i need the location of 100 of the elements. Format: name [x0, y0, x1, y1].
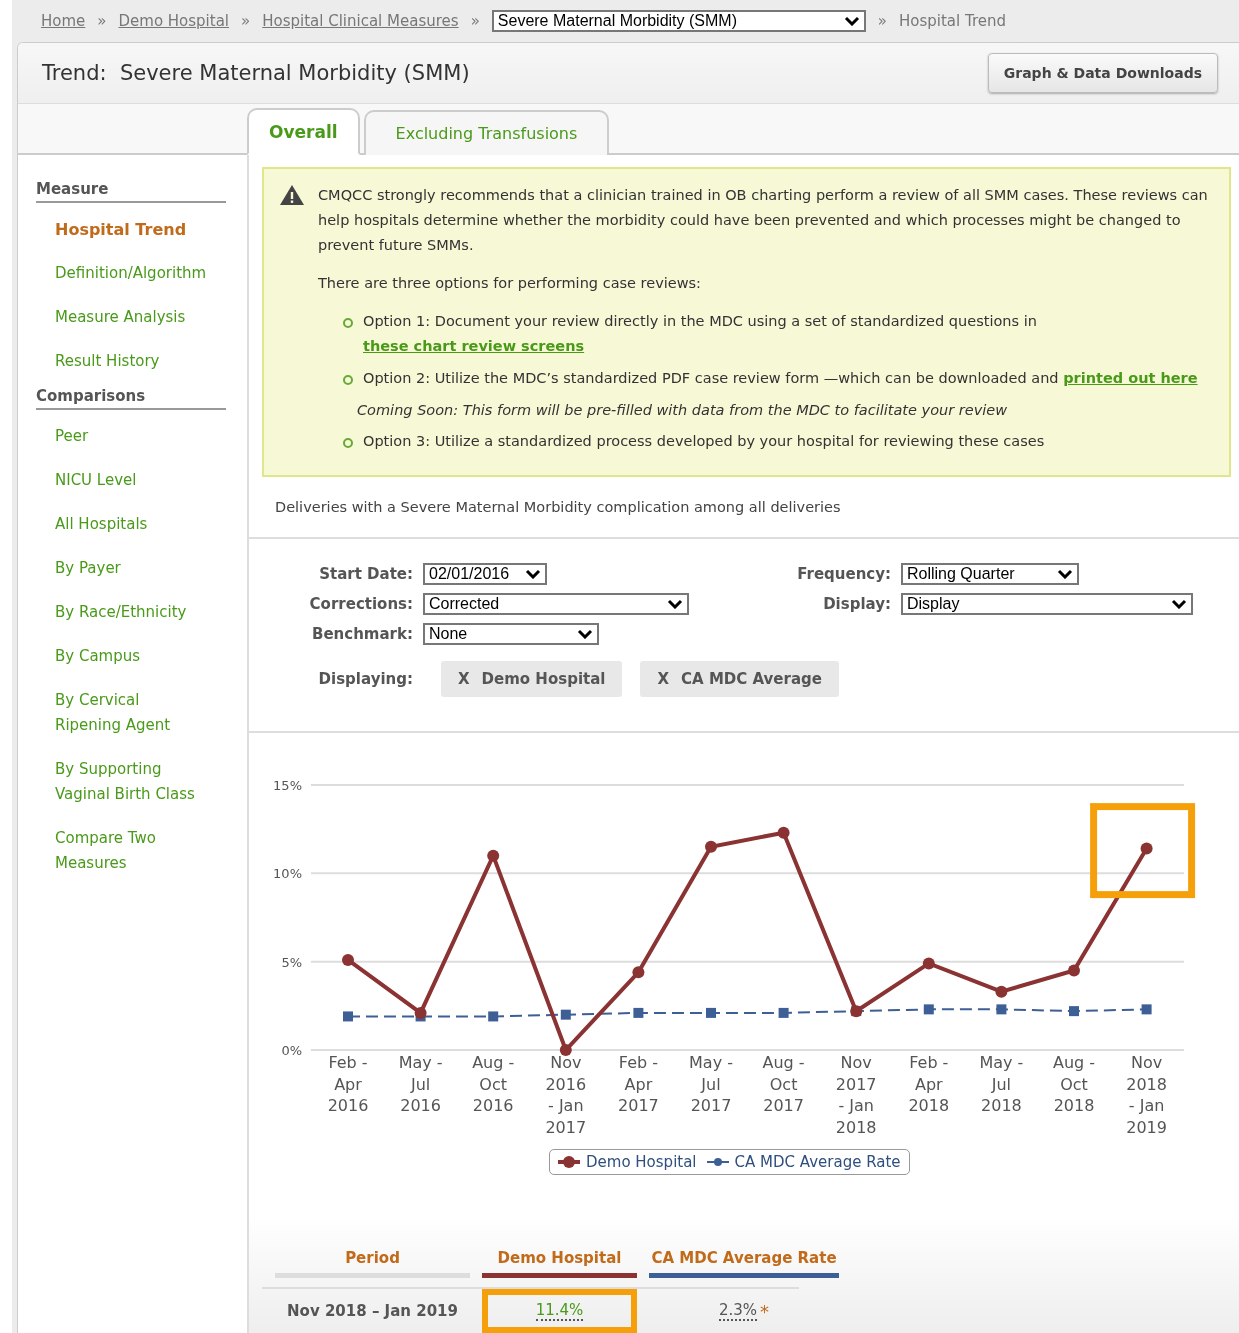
breadcrumb-link[interactable]: Hospital Clinical Measures — [262, 12, 459, 30]
sidebar-heading: Measure — [36, 180, 226, 203]
chevron-icon — [843, 16, 860, 26]
data-point — [777, 826, 790, 839]
legend-marker-icon — [558, 1156, 580, 1168]
filter-label: Frequency: — [796, 565, 892, 583]
axis-label: Nov 2016 - Jan 2017 — [545, 1053, 587, 1137]
separator: » — [97, 12, 107, 30]
chevron-icon — [577, 629, 593, 639]
data-point — [1069, 1006, 1079, 1017]
breadcrumb-link[interactable]: Home — [41, 12, 86, 30]
column-header: Demo Hospital — [482, 1249, 637, 1278]
notice-text: There are three options for performing case reviews: — [318, 274, 702, 293]
data-point — [632, 966, 645, 979]
column-header: CA MDC Average Rate — [649, 1249, 839, 1278]
axis-label: Feb - Apr 2017 — [618, 1053, 659, 1115]
data-point — [1141, 1004, 1152, 1015]
axis-label: Aug - Oct 2017 — [762, 1053, 805, 1115]
rate-value[interactable]: 11.4% — [535, 1301, 584, 1321]
sidebar-heading: Comparisons — [36, 387, 226, 410]
option-text: Option 1: Document your review directly in the MDC using a set of standardized questions in these chart review screens — [363, 312, 1038, 356]
sidebar-link[interactable]: By Payer — [36, 556, 210, 581]
separator: » — [877, 12, 887, 30]
sidebar-link[interactable]: Definition/Algorithm — [36, 261, 210, 286]
axis-label: 5% — [281, 954, 302, 970]
chevron-icon — [525, 569, 541, 579]
sidebar-link[interactable]: All Hospitals — [36, 512, 210, 537]
footnote-mark: * — [760, 1300, 770, 1322]
measure-description: Deliveries with a Severe Maternal Morbidity complication among all deliveries — [249, 477, 1239, 539]
data-point — [778, 1007, 789, 1018]
column-header: Period — [275, 1249, 470, 1278]
sidebar-link[interactable]: By Supporting Vaginal Birth Class — [36, 757, 210, 807]
tab[interactable]: Excluding Transfusions — [363, 110, 610, 155]
page-title: Trend: Severe Maternal Morbidity (SMM) — [42, 61, 470, 86]
bullet-icon — [343, 438, 353, 448]
dropdown[interactable]: None — [423, 623, 599, 645]
chevron-icon — [667, 599, 683, 609]
option-text: Option 3: Utilize a standardized process developed by your hospital for reviewing these cases — [363, 432, 1045, 451]
axis-label: May - Jul 2018 — [979, 1053, 1024, 1115]
notice-text: CMQCC strongly recommends that a clinician trained in OB charting perform a review of all SMM cases. These reviews can help hospitals determine whether the morbidity could have been prevented and which processes might be changed to prevent future SMMs. — [318, 186, 1209, 255]
sidebar-link[interactable]: NICU Level — [36, 468, 210, 493]
axis-label: 10% — [273, 866, 302, 882]
breadcrumb-link[interactable]: Demo Hospital — [118, 12, 230, 30]
sidebar-link[interactable]: Peer — [36, 424, 210, 449]
axis-label: May - Jul 2016 — [398, 1053, 443, 1115]
filter-label: Displaying: — [317, 670, 414, 688]
table-cell-text: Nov 2018 – Jan 2019 — [286, 1302, 459, 1320]
legend-label: CA MDC Average Rate — [734, 1153, 901, 1171]
legend-marker-icon — [706, 1156, 729, 1168]
axis-label: May - Jul 2017 — [689, 1053, 733, 1115]
axis-label: Aug - Oct 2016 — [472, 1053, 515, 1115]
dropdown[interactable]: Display — [901, 593, 1193, 615]
sidebar-link[interactable]: Compare Two Measures — [36, 826, 210, 876]
dropdown[interactable]: Corrected — [423, 593, 689, 615]
data-point — [633, 1007, 644, 1018]
chevron-icon — [1057, 569, 1073, 579]
data-point — [559, 1044, 572, 1056]
data-point — [1068, 964, 1080, 977]
filter-label: Benchmark: — [311, 625, 414, 643]
data-point — [487, 849, 500, 862]
bullet-icon — [343, 375, 353, 385]
filter-label: Display: — [822, 595, 892, 613]
sidebar-link[interactable]: By Cervical Ripening Agent — [36, 688, 210, 738]
sidebar-link[interactable]: Hospital Trend — [36, 217, 210, 242]
filter-chip[interactable]: X Demo Hospital — [441, 661, 623, 697]
dropdown[interactable]: Severe Maternal Morbidity (SMM) — [491, 10, 866, 32]
breadcrumb-current: Hospital Trend — [899, 12, 1007, 30]
data-point — [1140, 842, 1153, 855]
dropdown[interactable]: 02/01/2016 — [423, 563, 547, 585]
legend-label: Demo Hospital — [586, 1153, 697, 1171]
sidebar-link[interactable]: By Campus — [36, 644, 210, 669]
filter-chip[interactable]: X CA MDC Average — [640, 661, 839, 697]
data-point — [342, 953, 354, 966]
link[interactable]: these chart review screens — [363, 338, 585, 354]
data-point — [560, 1009, 571, 1020]
axis-label: Aug - Oct 2018 — [1052, 1053, 1096, 1115]
data-point — [488, 1011, 499, 1022]
data-point — [705, 840, 717, 853]
dropdown[interactable]: Rolling Quarter — [901, 563, 1079, 585]
tab[interactable]: Overall — [247, 108, 360, 155]
notice-note: Coming Soon: This form will be pre-filled with data from the MDC to facilitate your review — [356, 401, 1009, 420]
axis-label: 15% — [273, 778, 302, 793]
data-point — [414, 1006, 427, 1019]
data-point — [922, 957, 935, 970]
downloads-button[interactable]: Graph & Data Downloads — [987, 53, 1218, 94]
axis-label: 0% — [281, 1043, 302, 1058]
rate-value[interactable]: 2.3% — [718, 1301, 758, 1321]
axis-label: Feb - Apr 2016 — [327, 1053, 369, 1115]
filter-label: Corrections: — [308, 595, 414, 613]
sidebar-link[interactable]: By Race/Ethnicity — [36, 600, 210, 625]
axis-label: Nov 2017 - Jan 2018 — [835, 1053, 877, 1137]
option-text: Option 2: Utilize the MDC’s standardized PDF case review form —which can be downloaded and printed out here — [363, 369, 1198, 388]
data-point — [850, 1005, 863, 1018]
warning-icon — [278, 183, 306, 207]
link[interactable]: printed out here — [1063, 370, 1198, 386]
sidebar-link[interactable]: Measure Analysis — [36, 305, 210, 330]
sidebar-link[interactable]: Result History — [36, 349, 210, 374]
separator: » — [470, 12, 480, 30]
data-point — [706, 1007, 716, 1018]
data-point — [995, 985, 1008, 998]
